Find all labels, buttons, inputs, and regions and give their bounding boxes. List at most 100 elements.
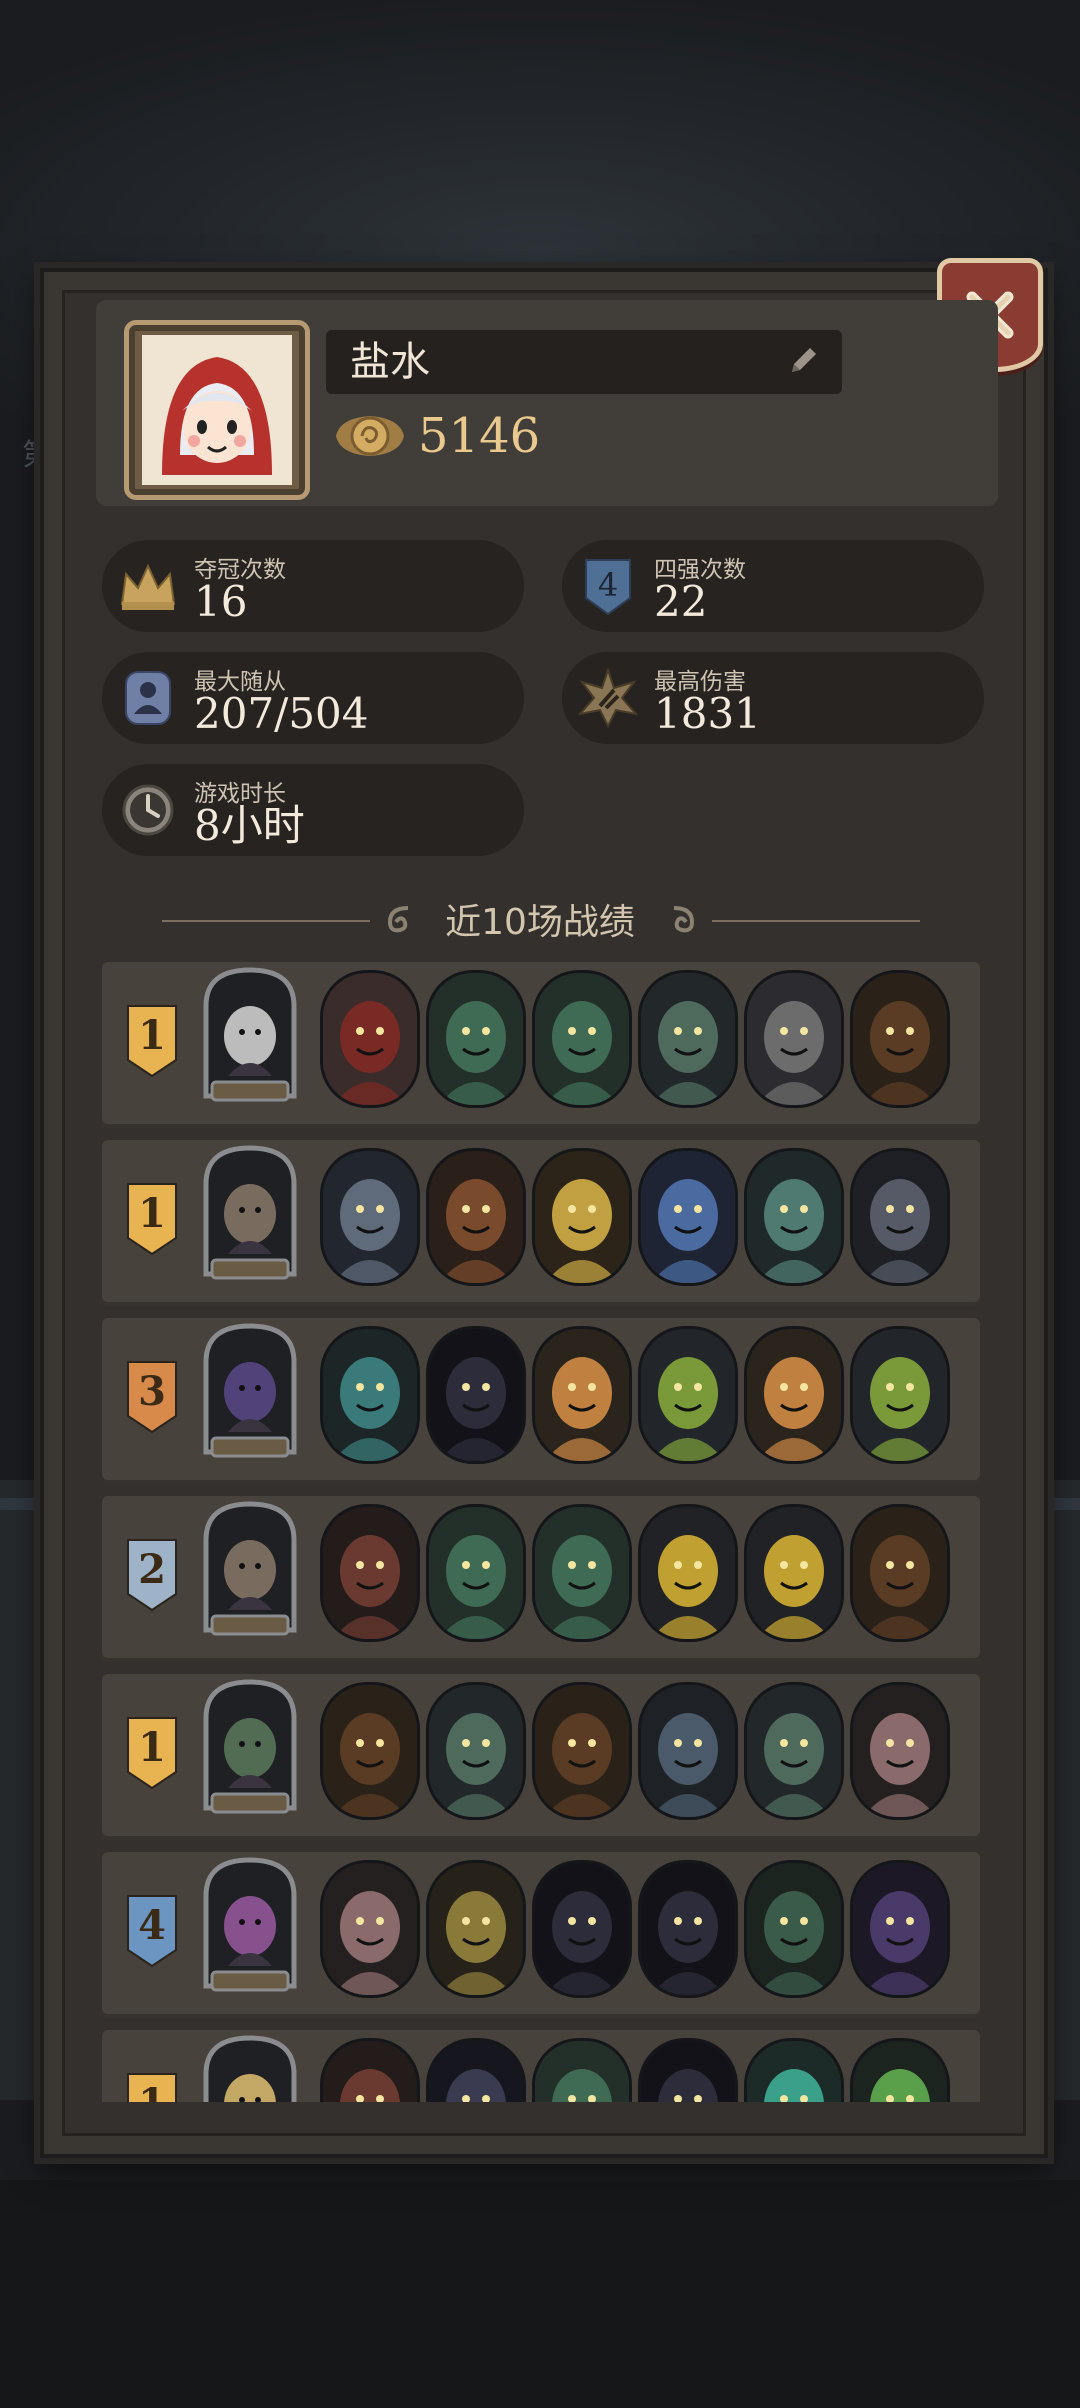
minion-card[interactable] xyxy=(532,1860,632,1998)
hero-portrait-icon[interactable] xyxy=(198,1322,302,1462)
minion-card[interactable] xyxy=(850,1504,950,1642)
rank-badge: 2 xyxy=(126,1538,178,1612)
minion-card[interactable] xyxy=(426,1504,526,1642)
hero-portrait-icon[interactable] xyxy=(198,1500,302,1640)
minion-card[interactable] xyxy=(320,1148,420,1286)
minion-portrait-icon xyxy=(535,2041,629,2102)
minion-portrait-icon xyxy=(641,1685,735,1817)
minion-card[interactable] xyxy=(850,2038,950,2102)
minion-card[interactable] xyxy=(426,1326,526,1464)
stat-champion-count: 夺冠次数 16 xyxy=(102,540,524,632)
match-row[interactable]: 1 xyxy=(102,962,980,1128)
svg-text:4: 4 xyxy=(598,566,618,604)
minion-card[interactable] xyxy=(744,1682,844,1820)
minion-card[interactable] xyxy=(532,970,632,1108)
minion-card[interactable] xyxy=(532,1504,632,1642)
stat-max-damage: 最高伤害 1831 xyxy=(562,652,984,744)
rank-badge: 1 xyxy=(126,1004,178,1078)
minion-portrait-icon xyxy=(535,1863,629,1995)
match-row[interactable]: 1 xyxy=(102,1140,980,1306)
minion-icon xyxy=(125,671,171,725)
minion-card[interactable] xyxy=(850,1682,950,1820)
minion-portrait-icon xyxy=(535,973,629,1105)
rank-badge: 1 xyxy=(126,1716,178,1790)
minion-card[interactable] xyxy=(638,1326,738,1464)
minion-portrait-icon xyxy=(429,1151,523,1283)
stat-value: 8小时 xyxy=(194,801,305,850)
damage-star-icon xyxy=(577,668,639,728)
hero-portrait-icon[interactable] xyxy=(198,1678,302,1818)
rank-badge: 1 xyxy=(126,2072,178,2102)
minion-card[interactable] xyxy=(744,970,844,1108)
minion-card[interactable] xyxy=(638,2038,738,2102)
minion-card[interactable] xyxy=(744,1504,844,1642)
minion-portrait-icon xyxy=(323,1329,417,1461)
hero-portrait-icon[interactable] xyxy=(198,2034,302,2102)
rank-number: 1 xyxy=(138,1012,166,1059)
avatar[interactable] xyxy=(124,320,310,500)
minion-portrait-icon xyxy=(747,1863,841,1995)
coin-icon xyxy=(336,416,404,456)
minion-portrait-icon xyxy=(747,973,841,1105)
minion-portrait-icon xyxy=(323,1507,417,1639)
minion-portrait-icon xyxy=(853,973,947,1105)
minion-card[interactable] xyxy=(320,1326,420,1464)
minion-card[interactable] xyxy=(532,1682,632,1820)
minion-portrait-icon xyxy=(429,1685,523,1817)
edit-pencil-icon[interactable] xyxy=(784,340,824,380)
minion-card[interactable] xyxy=(744,1326,844,1464)
swirl-ornament-icon xyxy=(673,906,695,933)
minion-card[interactable] xyxy=(850,970,950,1108)
minion-card[interactable] xyxy=(744,1860,844,1998)
minion-card[interactable] xyxy=(426,1682,526,1820)
minion-card[interactable] xyxy=(426,1148,526,1286)
minion-card[interactable] xyxy=(320,1504,420,1642)
rank-number: 1 xyxy=(126,2080,178,2102)
match-row[interactable]: 1 xyxy=(102,1674,980,1840)
minion-card[interactable] xyxy=(744,1148,844,1286)
minion-card[interactable] xyxy=(320,970,420,1108)
match-row[interactable]: 2 xyxy=(102,1496,980,1662)
minion-portrait-icon xyxy=(641,973,735,1105)
minion-portrait-icon xyxy=(429,1329,523,1461)
minion-portrait-icon xyxy=(429,973,523,1105)
hero-portrait-icon[interactable] xyxy=(198,1144,302,1284)
match-row[interactable]: 1 xyxy=(102,2030,980,2102)
crown-icon xyxy=(120,563,176,610)
match-row[interactable]: 4 xyxy=(102,1852,980,2018)
minion-portrait-icon xyxy=(853,2041,947,2102)
hero-portrait-icon[interactable] xyxy=(198,966,302,1106)
rank-number: 2 xyxy=(138,1546,166,1593)
clock-icon xyxy=(122,784,174,836)
minion-card[interactable] xyxy=(426,1860,526,1998)
match-row[interactable]: 3 xyxy=(102,1318,980,1484)
minion-portrait-icon xyxy=(323,2041,417,2102)
minion-card[interactable] xyxy=(532,2038,632,2102)
minion-card[interactable] xyxy=(320,1860,420,1998)
minion-portrait-icon xyxy=(747,1507,841,1639)
minion-card[interactable] xyxy=(850,1860,950,1998)
minion-card[interactable] xyxy=(320,1682,420,1820)
minion-card[interactable] xyxy=(426,2038,526,2102)
minion-card[interactable] xyxy=(850,1326,950,1464)
minion-card[interactable] xyxy=(850,1148,950,1286)
hero-portrait-icon[interactable] xyxy=(198,1856,302,1996)
minion-card[interactable] xyxy=(638,1504,738,1642)
minion-card[interactable] xyxy=(320,2038,420,2102)
minion-portrait-icon xyxy=(323,973,417,1105)
background-floor xyxy=(0,2180,1080,2408)
match-history-list[interactable]: 1 1 3 2 1 4 1 xyxy=(102,962,980,2102)
minion-card[interactable] xyxy=(426,970,526,1108)
minion-portrait-icon xyxy=(853,1151,947,1283)
minion-portrait-icon xyxy=(853,1329,947,1461)
minion-card[interactable] xyxy=(638,1682,738,1820)
minion-portrait-icon xyxy=(853,1685,947,1817)
minion-card[interactable] xyxy=(638,1860,738,1998)
minion-card[interactable] xyxy=(532,1326,632,1464)
stat-max-minions: 最大随从 207/504 xyxy=(102,652,524,744)
minion-card[interactable] xyxy=(744,2038,844,2102)
minion-card[interactable] xyxy=(638,1148,738,1286)
minion-portrait-icon xyxy=(641,1863,735,1995)
minion-card[interactable] xyxy=(532,1148,632,1286)
minion-card[interactable] xyxy=(638,970,738,1108)
